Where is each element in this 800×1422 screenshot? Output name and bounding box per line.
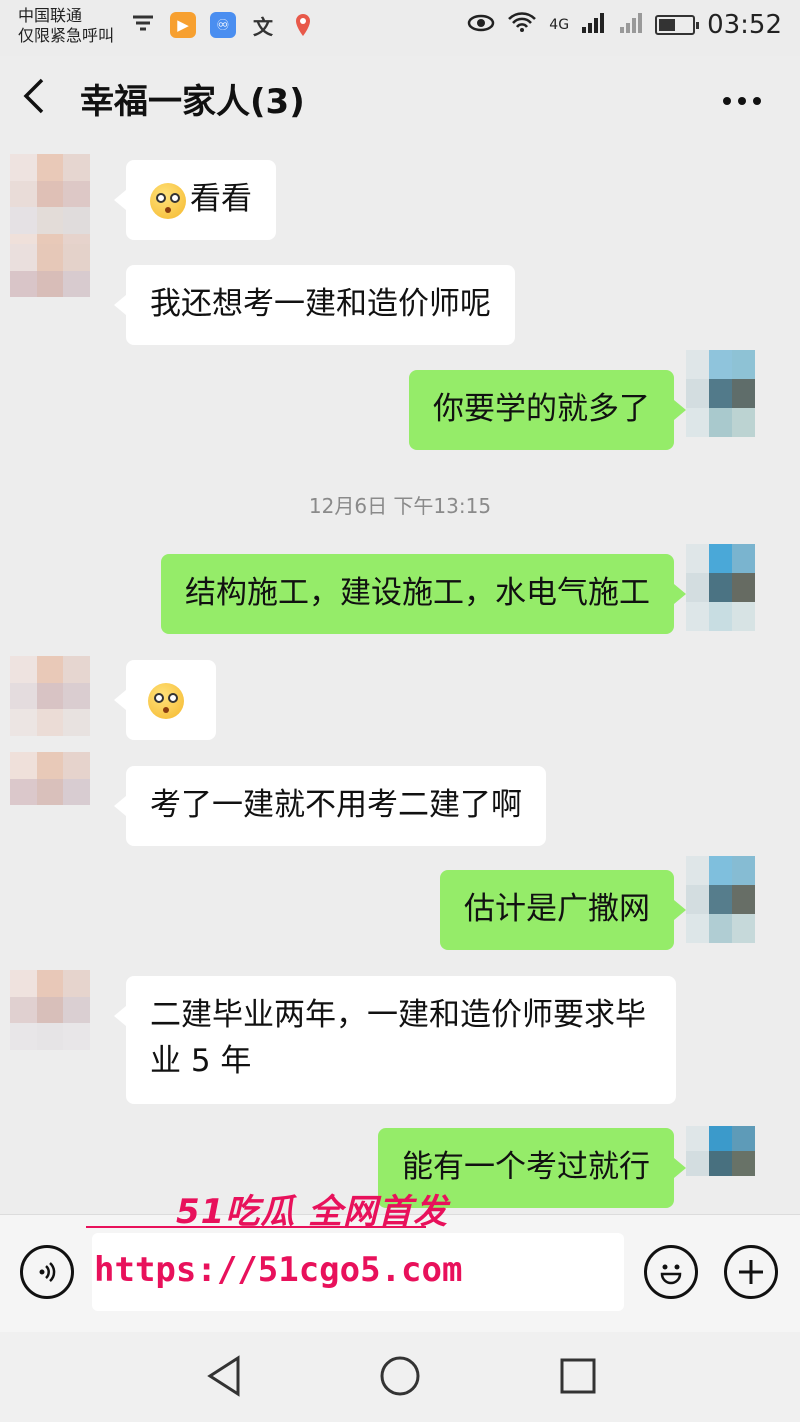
triangle-back-icon: [207, 1355, 240, 1397]
network-type-label: 4G: [549, 17, 570, 33]
avatar-other[interactable]: [10, 752, 116, 858]
carrier-info: 中国联通 仅限紧急呼叫: [18, 6, 114, 46]
battery-icon: [655, 15, 700, 35]
message-bubble-self[interactable]: 你要学的就多了: [409, 370, 686, 450]
avatar-self[interactable]: [686, 350, 778, 466]
message-text: 二建毕业两年，一建和造价师要求毕业 5 年: [150, 997, 646, 1079]
message-bubble[interactable]: 考了一建就不用考二建了啊: [114, 766, 546, 846]
app-notification-icon: ♾: [210, 12, 236, 38]
avatar-other[interactable]: [10, 656, 116, 762]
square-recents-icon: [560, 1358, 596, 1394]
emoji-button[interactable]: [644, 1245, 698, 1299]
nav-home-button[interactable]: [378, 1354, 422, 1402]
clock: 03:52: [707, 10, 782, 40]
watermark-url: https://51cgo5.com: [94, 1250, 463, 1290]
chat-header: 幸福一家人(3): [0, 56, 800, 148]
avatar-other[interactable]: [10, 970, 116, 1076]
avatar-self[interactable]: [686, 544, 778, 660]
message-bubble[interactable]: [114, 660, 216, 740]
wifi-icon: [507, 10, 537, 40]
message-bubble[interactable]: 看看: [114, 160, 276, 240]
message-text: 考了一建就不用考二建了啊: [150, 787, 522, 823]
back-button[interactable]: [22, 76, 46, 127]
message-text: 能有一个考过就行: [402, 1149, 650, 1185]
eye-comfort-icon: [467, 10, 495, 40]
wifi-signal-icon: [130, 12, 156, 38]
surprised-emoji-icon: [148, 682, 184, 719]
voice-button[interactable]: [20, 1245, 74, 1299]
avatar-other[interactable]: [10, 244, 116, 350]
avatar-self[interactable]: [686, 1126, 778, 1214]
watermark-divider: [86, 1226, 426, 1228]
avatar-self[interactable]: [686, 856, 778, 972]
plus-icon: [739, 1260, 763, 1284]
chevron-left-icon: [23, 78, 44, 114]
emergency-only-label: 仅限紧急呼叫: [18, 26, 115, 45]
battery-fill: [659, 19, 676, 31]
message-list[interactable]: 看看 我还想考一建和造价师呢 你要学的就多了 12月6日 下午13:15 结构施…: [0, 148, 800, 1214]
voice-icon: [39, 1262, 56, 1282]
message-bubble-self[interactable]: 估计是广撒网: [440, 870, 686, 950]
video-app-icon: ▶: [170, 12, 196, 38]
chat-title: 幸福一家人(3): [80, 82, 305, 122]
more-dots-icon: [723, 97, 761, 105]
message-bubble[interactable]: 二建毕业两年，一建和造价师要求毕业 5 年: [114, 976, 676, 1104]
circle-home-icon: [380, 1356, 420, 1396]
nav-recents-button[interactable]: [558, 1354, 598, 1402]
no-signal-icon: [619, 10, 643, 40]
message-text: 你要学的就多了: [433, 391, 650, 427]
notification-icons: ▶ ♾ 文: [130, 12, 316, 39]
translate-icon: 文: [253, 14, 273, 39]
timestamp: 12月6日 下午13:15: [308, 494, 492, 518]
message-bubble-self[interactable]: 结构施工，建设施工，水电气施工: [161, 554, 686, 634]
message-text: 看看: [190, 181, 252, 217]
emoji-icon: [660, 1264, 682, 1285]
carrier-name: 中国联通: [18, 6, 83, 25]
nav-back-button[interactable]: [204, 1354, 244, 1402]
status-bar: 中国联通 仅限紧急呼叫 ▶ ♾ 文 4G 03:52: [0, 0, 800, 56]
system-nav-bar: [0, 1332, 800, 1422]
message-bubble[interactable]: 我还想考一建和造价师呢: [114, 265, 515, 345]
cell-signal-icon: [581, 10, 607, 40]
surprised-emoji-icon: [150, 182, 186, 219]
system-status: 4G 03:52: [467, 10, 782, 40]
message-text: 估计是广撒网: [464, 891, 650, 927]
location-pin-icon: [290, 12, 316, 38]
message-text: 结构施工，建设施工，水电气施工: [185, 575, 650, 611]
plus-button[interactable]: [724, 1245, 778, 1299]
more-options-button[interactable]: [722, 70, 762, 116]
message-text: 我还想考一建和造价师呢: [150, 286, 491, 322]
